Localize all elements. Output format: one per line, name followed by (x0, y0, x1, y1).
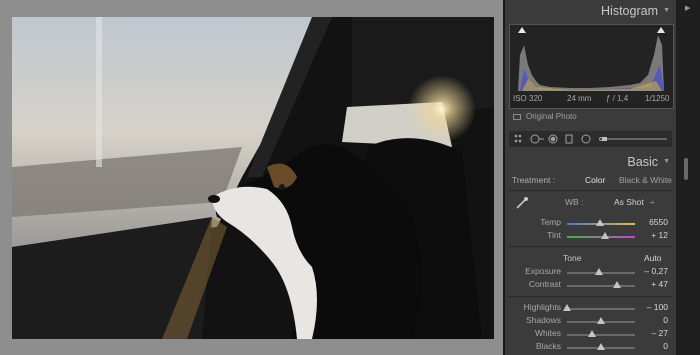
contrast-value[interactable]: + 47 (651, 279, 668, 289)
highlights-value[interactable]: – 100 (647, 302, 668, 312)
shadows-slider[interactable] (567, 317, 635, 324)
exposure-slider[interactable] (567, 268, 635, 275)
basic-title: Basic (627, 155, 658, 169)
exposure-label: Exposure (525, 266, 561, 276)
divider (509, 190, 672, 191)
highlights-slider-row[interactable]: Highlights – 100 (505, 302, 676, 314)
whites-slider[interactable] (567, 330, 635, 337)
tint-slider[interactable] (567, 232, 635, 239)
slider-thumb[interactable] (563, 304, 571, 311)
wb-dropdown[interactable]: As Shot (614, 197, 644, 207)
checkbox-icon[interactable] (513, 113, 521, 120)
tint-label: Tint (547, 230, 561, 240)
treatment-row: Treatment : Color Black & White (505, 173, 676, 189)
slider-thumb[interactable] (601, 232, 610, 239)
wb-label: WB : (565, 197, 584, 207)
contrast-slider-row[interactable]: Contrast + 47 (505, 279, 676, 291)
treatment-color-button[interactable]: Color (585, 175, 605, 185)
develop-right-panel: Histogram ▼ ISO 320 24 mm ƒ / 1,4 1/1250… (505, 0, 676, 355)
treatment-bw-button[interactable]: Black & White (619, 175, 672, 185)
slider-thumb[interactable] (594, 268, 603, 275)
tone-label: Tone (563, 253, 582, 263)
eyedropper-icon[interactable] (515, 196, 529, 215)
whites-label: Whites (535, 328, 561, 338)
dog-in-car-image (12, 17, 494, 339)
blacks-label: Blacks (535, 341, 561, 351)
exposure-value[interactable]: – 0,27 (644, 266, 668, 276)
slider-thumb[interactable] (588, 330, 597, 337)
blacks-slider[interactable] (567, 343, 635, 350)
contrast-slider[interactable] (567, 281, 635, 288)
histogram-header[interactable]: Histogram ▼ (505, 0, 676, 22)
divider (509, 296, 672, 297)
triangle-down-icon[interactable]: ▼ (663, 7, 670, 14)
blacks-value[interactable]: 0 (663, 341, 668, 351)
tool-strip-icons (514, 134, 667, 144)
graduated-filter-icon (565, 134, 573, 144)
slider-thumb[interactable] (597, 343, 605, 350)
wb-dropdown-arrow-icon[interactable]: ÷ (650, 197, 655, 207)
triangle-right-icon[interactable]: ▶ (685, 4, 690, 12)
aperture-value: ƒ / 1,4 (606, 94, 629, 103)
highlights-slider[interactable] (563, 304, 635, 311)
tint-slider-row[interactable]: Tint + 12 (505, 230, 676, 242)
slider-thumb[interactable] (597, 317, 605, 324)
shutter-speed-value: 1/1250 (645, 94, 670, 103)
auto-tone-button[interactable]: Auto (644, 253, 662, 263)
temp-slider-row[interactable]: Temp 6550 (505, 217, 676, 229)
photo-canvas (0, 0, 503, 355)
temp-value[interactable]: 6550 (649, 217, 668, 227)
treatment-label: Treatment : (512, 175, 556, 185)
shadow-clipping-icon (518, 27, 526, 33)
shadows-label: Shadows (526, 315, 561, 325)
grid-overlay-icon (514, 134, 522, 143)
whites-value[interactable]: – 27 (651, 328, 668, 338)
dog-photo (12, 17, 494, 339)
shadows-slider-row[interactable]: Shadows 0 (505, 315, 676, 327)
triangle-down-icon[interactable]: ▼ (663, 158, 670, 165)
temp-slider[interactable] (567, 219, 635, 226)
original-photo-toggle[interactable]: Original Photo (513, 112, 577, 121)
right-edge-strip: ▶ (676, 0, 700, 355)
slider-thumb[interactable] (595, 219, 604, 226)
highlights-label: Highlights (523, 302, 561, 312)
original-photo-label: Original Photo (526, 112, 577, 121)
basic-header[interactable]: Basic ▼ (505, 151, 676, 173)
highlight-clipping-icon (657, 27, 665, 33)
spot-removal-icon (530, 134, 540, 144)
histogram-title: Histogram (601, 4, 658, 18)
shadows-value[interactable]: 0 (663, 315, 668, 325)
temp-label: Temp (540, 217, 561, 227)
whites-slider-row[interactable]: Whites – 27 (505, 328, 676, 340)
contrast-label: Contrast (528, 279, 561, 289)
focal-length-value: 24 mm (567, 94, 592, 103)
tool-strip (509, 131, 672, 147)
slider-thumb[interactable] (613, 281, 622, 288)
radial-filter-icon (581, 134, 591, 144)
iso-value: ISO 320 (513, 94, 543, 103)
divider (509, 246, 672, 247)
exposure-slider-row[interactable]: Exposure – 0,27 (505, 266, 676, 278)
blacks-slider-row[interactable]: Blacks 0 (505, 341, 676, 353)
panel-scrollbar[interactable] (684, 158, 688, 180)
adjustment-brush-icon (599, 137, 667, 141)
tint-value[interactable]: + 12 (651, 230, 668, 240)
